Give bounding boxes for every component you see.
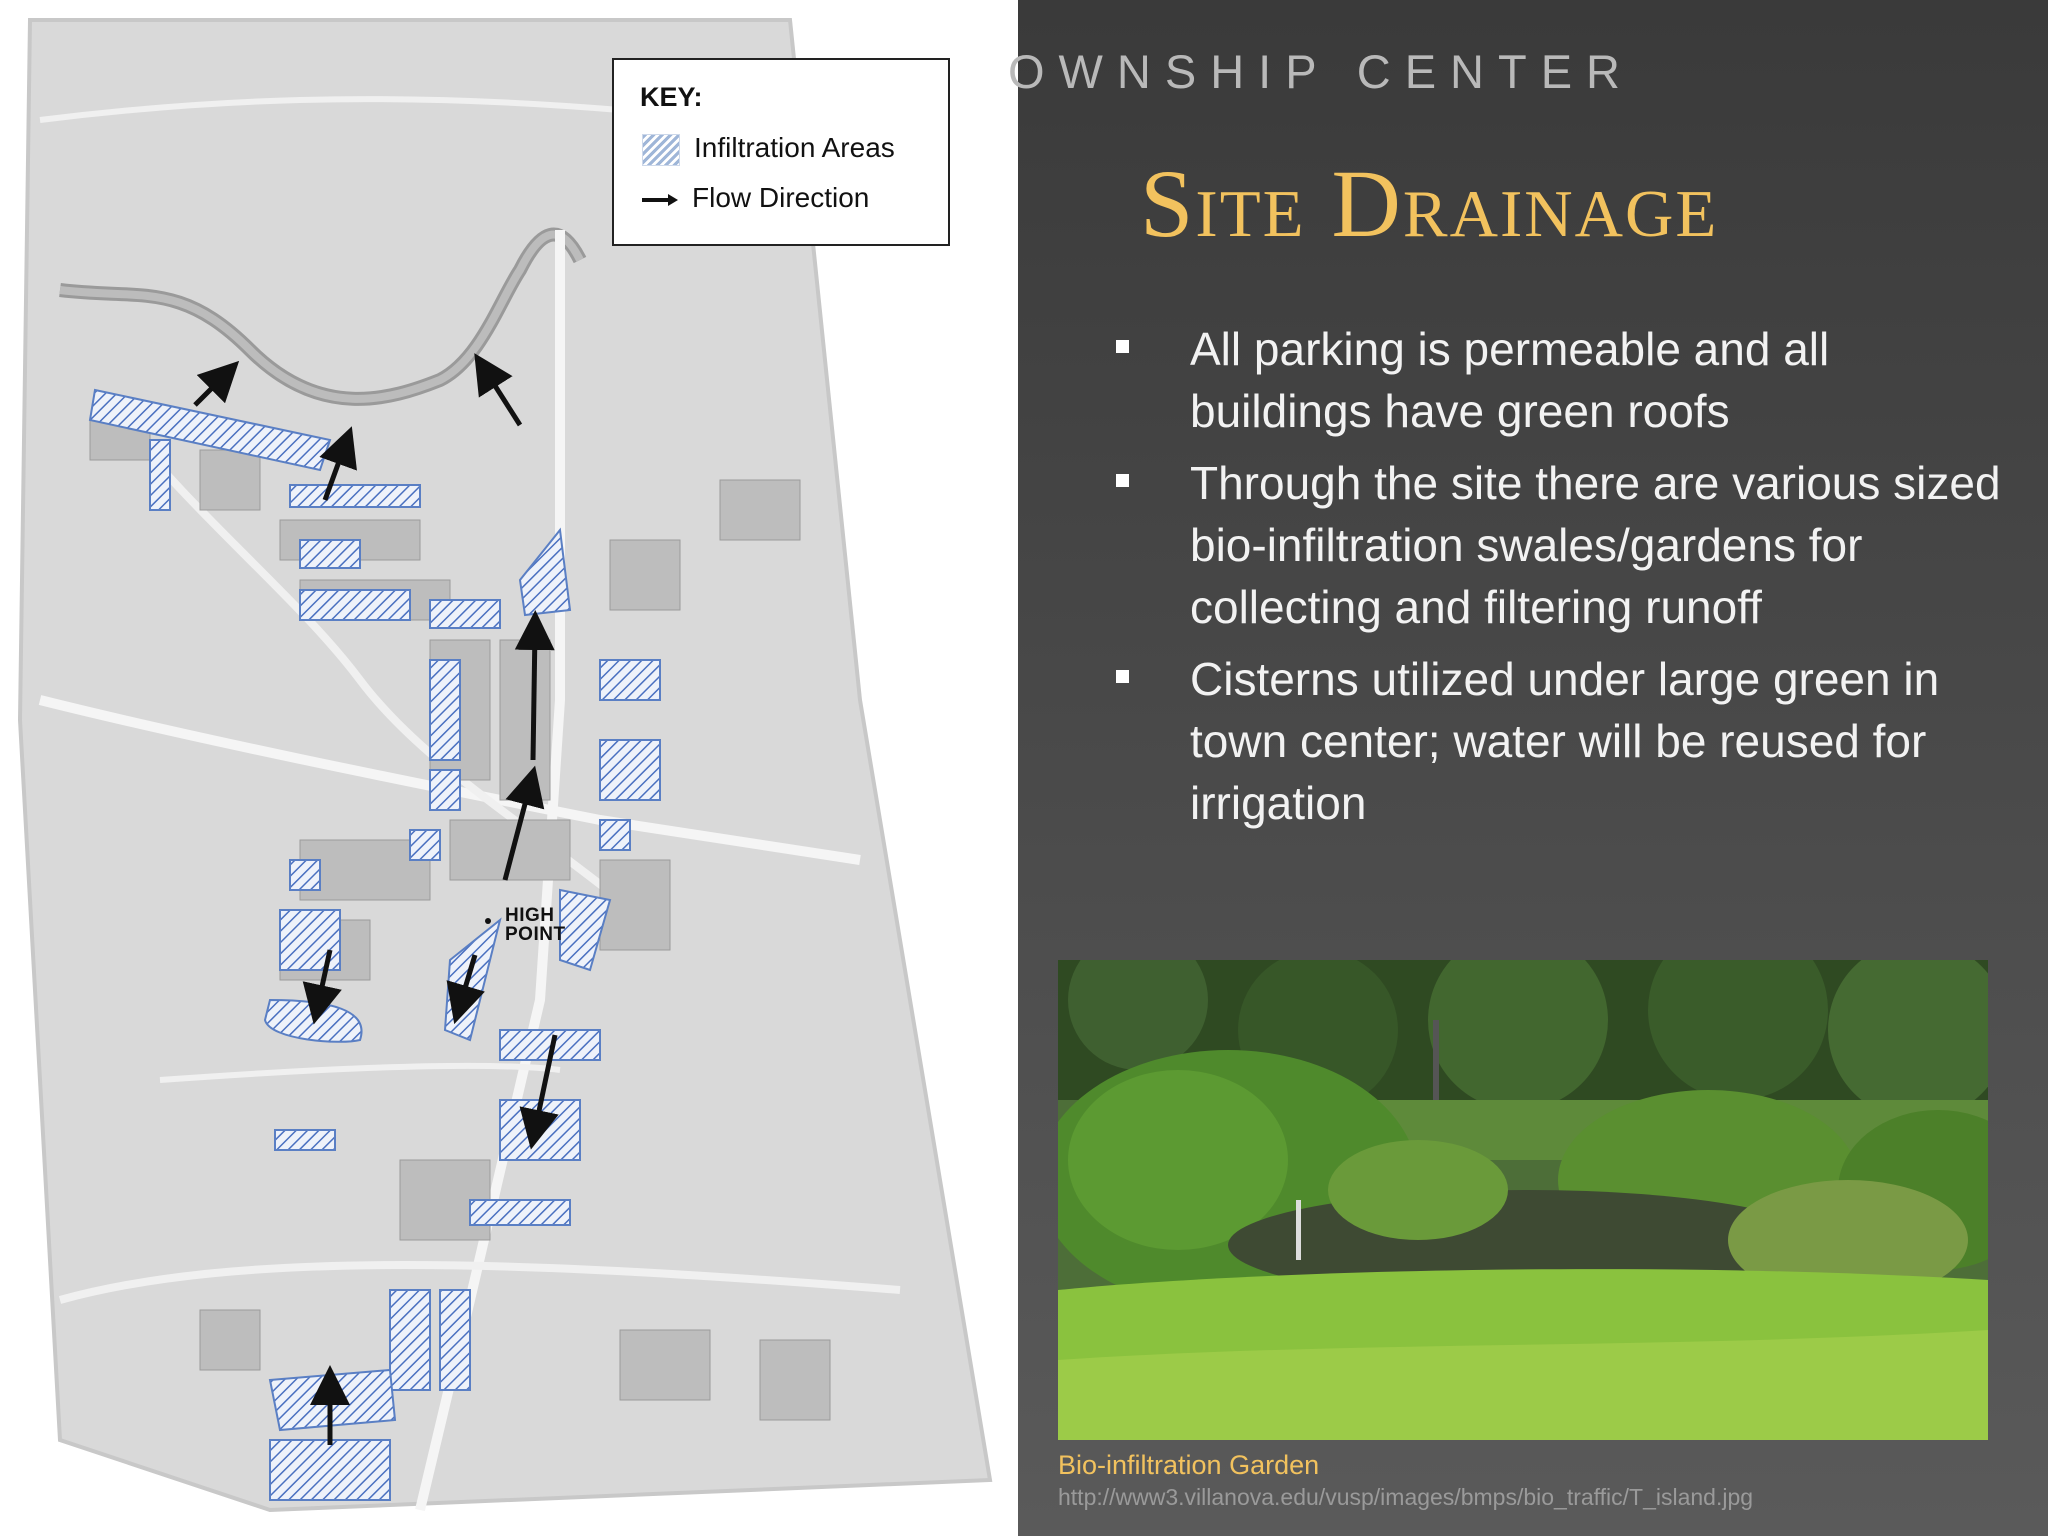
high-point-line-2: POINT — [505, 924, 566, 945]
square-bullet-icon — [1116, 340, 1129, 353]
square-bullet-icon — [1116, 474, 1129, 487]
bullet-list: All parking is permeable and all buildin… — [1110, 318, 2010, 844]
key-item-infiltration: Infiltration Areas — [642, 132, 895, 166]
bullet-item: All parking is permeable and all buildin… — [1110, 318, 2010, 442]
photo-source-url[interactable]: http://www3.villanova.edu/vusp/images/bm… — [1058, 1484, 1753, 1511]
bullet-text: Through the site there are various sized… — [1190, 457, 2001, 633]
garden-photo-drawing — [1058, 960, 1988, 1440]
bio-infiltration-garden-photo — [1058, 960, 1988, 1440]
hatched-swatch-icon — [642, 133, 680, 166]
bullet-item: Through the site there are various sized… — [1110, 452, 2010, 638]
bullet-text: Cisterns utilized under large green in t… — [1190, 653, 1940, 829]
key-item-flow: Flow Direction — [642, 182, 869, 214]
key-item-label: Infiltration Areas — [694, 132, 895, 163]
high-point-label: HIGH POINT — [505, 906, 566, 944]
key-title: KEY: — [640, 82, 703, 112]
high-point-line-1: HIGH — [505, 905, 555, 926]
slide-title: Site Drainage — [1140, 150, 1719, 257]
arrow-right-icon — [642, 193, 678, 206]
section-title: OWNSHIP CENTER — [1008, 45, 1634, 98]
key-item-label: Flow Direction — [692, 182, 870, 213]
photo-caption: Bio-infiltration Garden — [1058, 1450, 1320, 1480]
square-bullet-icon — [1116, 670, 1129, 683]
bullet-text: All parking is permeable and all buildin… — [1190, 323, 1830, 437]
site-map: KEY: Infiltration Areas Flow Direction H… — [0, 0, 1018, 1536]
map-key: KEY: Infiltration Areas Flow Direction — [612, 58, 950, 246]
bullet-item: Cisterns utilized under large green in t… — [1110, 648, 2010, 834]
